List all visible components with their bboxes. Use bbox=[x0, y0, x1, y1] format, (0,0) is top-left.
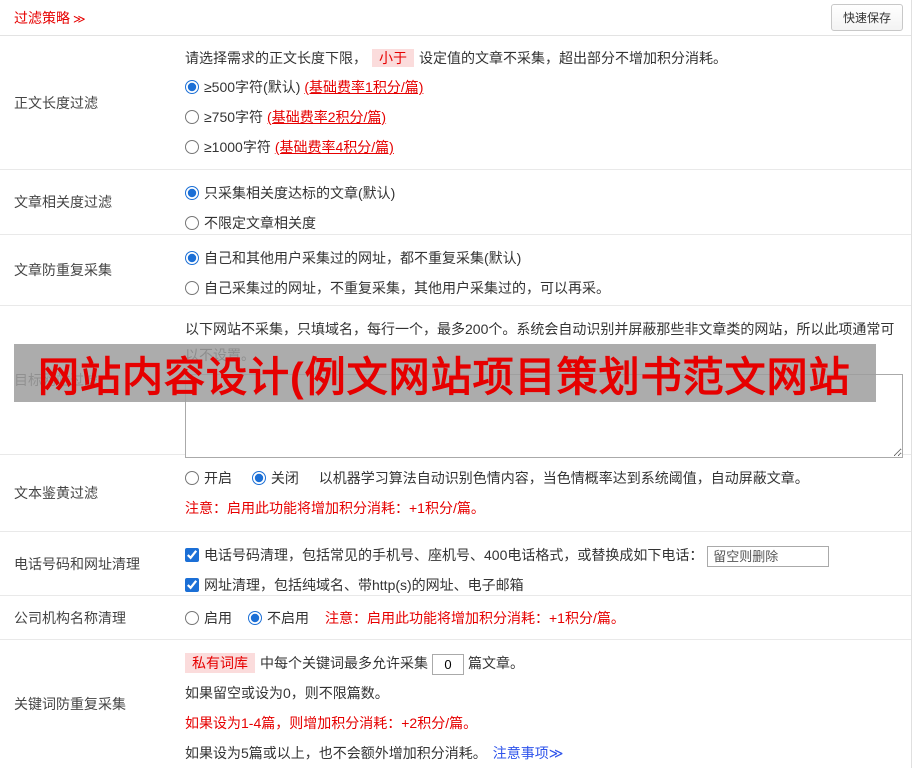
row-label-text-length: 正文长度过滤 bbox=[14, 94, 98, 111]
length-option-1000[interactable]: ≥1000字符 (基础费率4积分/篇) bbox=[185, 132, 903, 162]
company-radio-off[interactable] bbox=[248, 610, 262, 625]
company-cost-note: 注意：启用此功能将增加积分消耗：+1积分/篇。 bbox=[325, 609, 625, 626]
url-cleanup-checkbox[interactable] bbox=[185, 578, 199, 592]
keyword-content: 私有词库中每个关键词最多允许采集 篇文章。 如果留空或设为0，则不限篇数。 如果设… bbox=[170, 640, 911, 768]
keyword-note-five-line: 如果设为5篇或以上，也不会额外增加积分消耗。 注意事项≫ bbox=[185, 738, 903, 768]
dedup-content: 自己和其他用户采集过的网址，都不重复采集(默认) 自己采集过的网址，不重复采集，… bbox=[170, 235, 911, 305]
porn-radio-off[interactable] bbox=[251, 471, 266, 485]
phone-cleanup-line: 电话号码清理，包括常见的手机号、座机号、400电话格式，或替换成如下电话： bbox=[185, 540, 903, 570]
company-option-on[interactable]: 启用 bbox=[185, 608, 232, 628]
phone-cleanup-option[interactable]: 电话号码清理，包括常见的手机号、座机号、400电话格式，或替换成如下电话： bbox=[185, 547, 703, 563]
relevance-option-any-text: 不限定文章相关度 bbox=[204, 215, 316, 231]
phone-cleanup-checkbox[interactable] bbox=[185, 548, 199, 562]
length-option-750-text: ≥750字符 bbox=[204, 109, 264, 125]
length-option-1000-text: ≥1000字符 bbox=[204, 139, 271, 155]
replacement-phone-input[interactable] bbox=[707, 546, 830, 567]
phone-url-content: 电话号码清理，包括常见的手机号、座机号、400电话格式，或替换成如下电话： 网址… bbox=[170, 532, 911, 595]
keyword-limit-input[interactable] bbox=[432, 654, 464, 675]
watermark-text: 网站内容设计(例文网站项目策划书范文网站 bbox=[38, 354, 851, 400]
notice-link[interactable]: 注意事项≫ bbox=[493, 745, 564, 761]
porn-option-on[interactable]: 开启 bbox=[185, 470, 232, 486]
row-dedup-filter: 文章防重复采集 自己和其他用户采集过的网址，都不重复采集(默认) 自己采集过的网… bbox=[0, 235, 911, 306]
length-radio-500[interactable] bbox=[185, 80, 199, 94]
dedup-option-all-users[interactable]: 自己和其他用户采集过的网址，都不重复采集(默认) bbox=[185, 243, 903, 273]
keyword-note-cost: 如果设为1-4篇，则增加积分消耗：+2积分/篇。 bbox=[185, 715, 478, 731]
company-option-on-text: 启用 bbox=[204, 609, 232, 626]
text-length-intro: 请选择需求的正文长度下限， 小于 设定值的文章不采集，超出部分不增加积分消耗。 bbox=[185, 44, 903, 72]
dedup-option-self-only[interactable]: 自己采集过的网址，不重复采集，其他用户采集过的，可以再采。 bbox=[185, 273, 903, 303]
text-length-content: 请选择需求的正文长度下限， 小于 设定值的文章不采集，超出部分不增加积分消耗。 ≥5… bbox=[170, 36, 911, 169]
url-cleanup-option[interactable]: 网址清理，包括纯域名、带http(s)的网址、电子邮箱 bbox=[185, 577, 524, 593]
porn-option-on-text: 开启 bbox=[204, 470, 232, 486]
keyword-limit-text: 中每个关键词最多允许采集 bbox=[260, 655, 428, 671]
page-title: 过滤策略 ≫ bbox=[14, 8, 86, 28]
length-option-500-fee: (基础费率1积分/篇) bbox=[304, 79, 424, 95]
intro-after: 设定值的文章不采集，超出部分不增加积分消耗。 bbox=[419, 50, 727, 66]
relevance-option-strict-text: 只采集相关度达标的文章(默认) bbox=[204, 185, 396, 201]
length-radio-750[interactable] bbox=[185, 110, 199, 124]
row-label-porn: 文本鉴黄过滤 bbox=[14, 485, 98, 501]
row-porn-filter: 文本鉴黄过滤 开启 关闭 以机器学习算法自动识别色情内容，当色情概率达到系统阈值… bbox=[0, 455, 911, 532]
row-label-keyword: 关键词防重复采集 bbox=[14, 696, 126, 712]
phone-cleanup-text: 电话号码清理，包括常见的手机号、座机号、400电话格式，或替换成如下电话： bbox=[204, 547, 704, 563]
filter-strategy-page: 过滤策略 ≫ 快速保存 正文长度过滤 请选择需求的正文长度下限， 小于 设定值的文章不… bbox=[0, 0, 912, 768]
length-option-1000-fee: (基础费率4积分/篇) bbox=[274, 139, 394, 155]
relevance-radio-strict[interactable] bbox=[185, 186, 199, 200]
highlight-less-than: 小于 bbox=[372, 49, 414, 67]
length-option-500-text: ≥500字符(默认) bbox=[204, 79, 301, 95]
relevance-option-strict[interactable]: 只采集相关度达标的文章(默认) bbox=[185, 178, 903, 208]
row-company-cleanup: 公司机构名称清理 启用 不启用 注意：启用此功能将增加积分消耗：+1积分/篇。 bbox=[0, 596, 911, 640]
row-label-phone-url: 电话号码和网址清理 bbox=[14, 555, 140, 572]
length-option-750[interactable]: ≥750字符 (基础费率2积分/篇) bbox=[185, 102, 903, 132]
porn-radio-on[interactable] bbox=[185, 471, 199, 485]
porn-options-line: 开启 关闭 以机器学习算法自动识别色情内容，当色情概率达到系统阈值，自动屏蔽文章… bbox=[185, 463, 903, 493]
company-option-off[interactable]: 不启用 bbox=[248, 608, 309, 628]
row-label-relevance: 文章相关度过滤 bbox=[14, 194, 112, 210]
porn-desc: 以机器学习算法自动识别色情内容，当色情概率达到系统阈值，自动屏蔽文章。 bbox=[318, 470, 809, 486]
relevance-radio-any[interactable] bbox=[185, 216, 199, 230]
porn-content: 开启 关闭 以机器学习算法自动识别色情内容，当色情概率达到系统阈值，自动屏蔽文章… bbox=[170, 455, 911, 531]
intro-before: 请选择需求的正文长度下限， bbox=[185, 50, 367, 66]
company-radio-on[interactable] bbox=[185, 610, 199, 625]
quick-save-button[interactable]: 快速保存 bbox=[830, 4, 903, 31]
row-label-dedup: 文章防重复采集 bbox=[14, 262, 112, 278]
keyword-note-zero: 如果留空或设为0，则不限篇数。 bbox=[185, 685, 389, 701]
porn-option-off-text: 关闭 bbox=[270, 470, 299, 486]
company-content: 启用 不启用 注意：启用此功能将增加积分消耗：+1积分/篇。 bbox=[170, 596, 911, 639]
private-lexicon-badge: 私有词库 bbox=[185, 653, 255, 673]
length-option-750-fee: (基础费率2积分/篇) bbox=[267, 109, 387, 125]
relevance-option-any[interactable]: 不限定文章相关度 bbox=[185, 208, 903, 238]
row-keyword-dedup: 关键词防重复采集 私有词库中每个关键词最多允许采集 篇文章。 如果留空或设为0，则… bbox=[0, 640, 911, 768]
keyword-note-five-text: 如果设为5篇或以上，也不会额外增加积分消耗。 bbox=[185, 745, 487, 761]
row-text-length-filter: 正文长度过滤 请选择需求的正文长度下限， 小于 设定值的文章不采集，超出部分不增加积… bbox=[0, 36, 911, 170]
chevron-down-icon: ≫ bbox=[73, 11, 86, 26]
page-header: 过滤策略 ≫ 快速保存 bbox=[0, 0, 911, 36]
keyword-limit-suffix: 篇文章。 bbox=[468, 655, 524, 671]
porn-option-off[interactable]: 关闭 bbox=[251, 470, 299, 486]
url-cleanup-text: 网址清理，包括纯域名、带http(s)的网址、电子邮箱 bbox=[204, 577, 524, 593]
length-option-500[interactable]: ≥500字符(默认) (基础费率1积分/篇) bbox=[185, 72, 903, 102]
porn-cost-note: 注意：启用此功能将增加积分消耗：+1积分/篇。 bbox=[185, 500, 485, 516]
row-relevance-filter: 文章相关度过滤 只采集相关度达标的文章(默认) 不限定文章相关度 bbox=[0, 170, 911, 235]
relevance-content: 只采集相关度达标的文章(默认) 不限定文章相关度 bbox=[170, 170, 911, 234]
row-phone-url-cleanup: 电话号码和网址清理 电话号码清理，包括常见的手机号、座机号、400电话格式，或替… bbox=[0, 532, 911, 596]
dedup-option-all-users-text: 自己和其他用户采集过的网址，都不重复采集(默认) bbox=[204, 250, 522, 266]
company-option-off-text: 不启用 bbox=[267, 609, 309, 626]
watermark-banner: 网站内容设计(例文网站项目策划书范文网站 bbox=[14, 344, 876, 402]
length-radio-1000[interactable] bbox=[185, 140, 199, 154]
dedup-option-self-only-text: 自己采集过的网址，不重复采集，其他用户采集过的，可以再采。 bbox=[204, 280, 610, 296]
keyword-limit-line: 私有词库中每个关键词最多允许采集 篇文章。 bbox=[185, 648, 903, 678]
dedup-radio-self-only[interactable] bbox=[185, 281, 199, 295]
page-title-text: 过滤策略 bbox=[14, 9, 70, 26]
row-label-company: 公司机构名称清理 bbox=[14, 609, 126, 626]
dedup-radio-all-users[interactable] bbox=[185, 251, 199, 265]
